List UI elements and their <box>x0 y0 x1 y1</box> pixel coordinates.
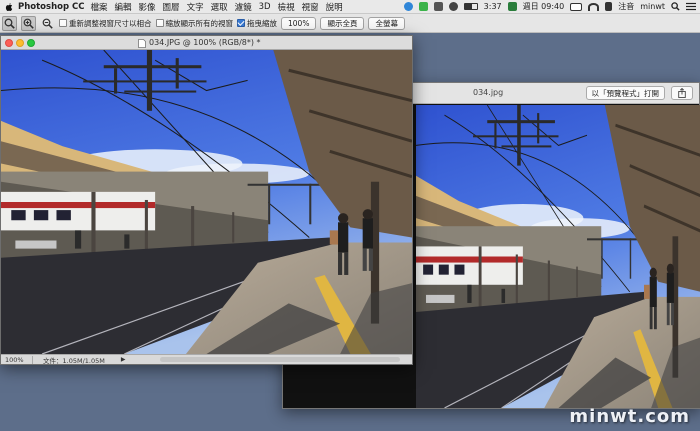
horizontal-scrollbar[interactable] <box>160 357 400 362</box>
zoom-100-button[interactable]: 100% <box>281 16 317 30</box>
zoom-all-windows-label: 縮放顯示所有的視窗 <box>165 18 234 28</box>
menu-layer[interactable]: 圖層 <box>163 1 180 13</box>
station-photo-preview <box>416 105 700 408</box>
zoom-tool-button[interactable] <box>2 15 17 31</box>
menubar: Photoshop CC 檔案 編輯 影像 圖層 文字 選取 濾鏡 3D 檢視 … <box>0 0 700 14</box>
resize-windows-checkbox[interactable]: 重新調整視窗尺寸以相合 <box>59 18 152 29</box>
menu-help[interactable]: 說明 <box>326 1 343 13</box>
creative-cloud-icon[interactable] <box>403 2 413 11</box>
photoshop-document-window[interactable]: 034.JPG @ 100% (RGB/8*) * 100% 文件：1.05M/… <box>0 35 413 365</box>
ps-canvas[interactable] <box>1 50 412 354</box>
menu-view[interactable]: 檢視 <box>278 1 295 13</box>
zoom-all-windows-checkbox[interactable]: 縮放顯示所有的視窗 <box>155 18 234 29</box>
document-icon <box>138 39 146 48</box>
menu-edit[interactable]: 編輯 <box>115 1 132 13</box>
flag-icon[interactable] <box>507 2 517 11</box>
close-window-button[interactable] <box>5 39 13 47</box>
zoom-icon <box>4 18 15 29</box>
notification-center-icon[interactable] <box>686 2 696 11</box>
zoom-out-icon <box>42 18 53 29</box>
user-name[interactable]: minwt <box>640 2 665 11</box>
clock-time[interactable]: 3:37 <box>484 2 502 11</box>
fit-screen-button[interactable]: 顯示全頁 <box>320 16 365 30</box>
dropbox-icon[interactable] <box>433 2 443 11</box>
watermark: minwt.com <box>569 406 690 427</box>
app-menu-photoshop[interactable]: Photoshop CC <box>18 2 85 12</box>
menu-3d[interactable]: 3D <box>259 2 271 12</box>
zoom-all-windows-box[interactable] <box>155 19 164 27</box>
status-area: 3:37 週日 09:40 注音 minwt <box>403 1 700 12</box>
input-method[interactable]: 注音 <box>618 1 634 12</box>
search-icon[interactable] <box>671 2 680 11</box>
menu-type[interactable]: 文字 <box>187 1 204 13</box>
scrubby-zoom-box[interactable] <box>237 19 245 27</box>
ps-status-bar: 100% 文件：1.05M/1.05M ▶ <box>1 354 412 365</box>
preview-photo <box>416 105 700 408</box>
status-menu-arrow-icon[interactable]: ▶ <box>121 356 126 363</box>
resize-windows-box[interactable] <box>59 19 67 27</box>
menu-file[interactable]: 檔案 <box>91 1 108 13</box>
preview-title: 034.jpg <box>473 88 504 97</box>
resize-windows-label: 重新調整視窗尺寸以相合 <box>69 18 152 28</box>
apple-menu-icon[interactable] <box>4 2 14 12</box>
display-icon[interactable] <box>570 2 583 11</box>
scrubby-zoom-label: 拖曳縮放 <box>247 18 277 28</box>
wifi-icon[interactable] <box>588 2 600 11</box>
menu-select[interactable]: 選取 <box>211 1 228 13</box>
menu-filter[interactable]: 濾鏡 <box>235 1 252 13</box>
zoom-in-icon <box>23 18 34 29</box>
battery-icon[interactable] <box>463 3 478 10</box>
document-size: 文件：1.05M/1.05M <box>43 356 105 365</box>
open-with-preview-button[interactable]: 以「預覽程式」打開 <box>585 86 665 100</box>
date-time[interactable]: 週日 09:40 <box>523 1 565 12</box>
minimize-window-button[interactable] <box>16 39 24 47</box>
zoom-level-field[interactable]: 100% <box>1 355 33 364</box>
ps-titlebar[interactable]: 034.JPG @ 100% (RGB/8*) * <box>1 36 412 50</box>
zoom-out-button[interactable] <box>40 16 55 31</box>
evernote-icon[interactable] <box>418 2 428 11</box>
ps-document-title: 034.JPG @ 100% (RGB/8*) * <box>149 38 261 47</box>
menu-image[interactable]: 影像 <box>139 1 156 13</box>
options-bar: 重新調整視窗尺寸以相合 縮放顯示所有的視窗 拖曳縮放 100% 顯示全頁 全螢幕 <box>0 14 700 33</box>
volume-icon[interactable] <box>605 2 613 11</box>
station-photo <box>1 50 412 354</box>
share-icon <box>678 88 686 98</box>
scrubby-zoom-checkbox[interactable]: 拖曳縮放 <box>237 18 277 29</box>
maximize-window-button[interactable] <box>27 39 35 47</box>
fill-screen-button[interactable]: 全螢幕 <box>368 16 405 30</box>
share-button[interactable] <box>671 86 693 100</box>
zoom-in-button[interactable] <box>21 15 36 31</box>
menu-window[interactable]: 視窗 <box>302 1 319 13</box>
messages-icon[interactable] <box>448 2 458 11</box>
